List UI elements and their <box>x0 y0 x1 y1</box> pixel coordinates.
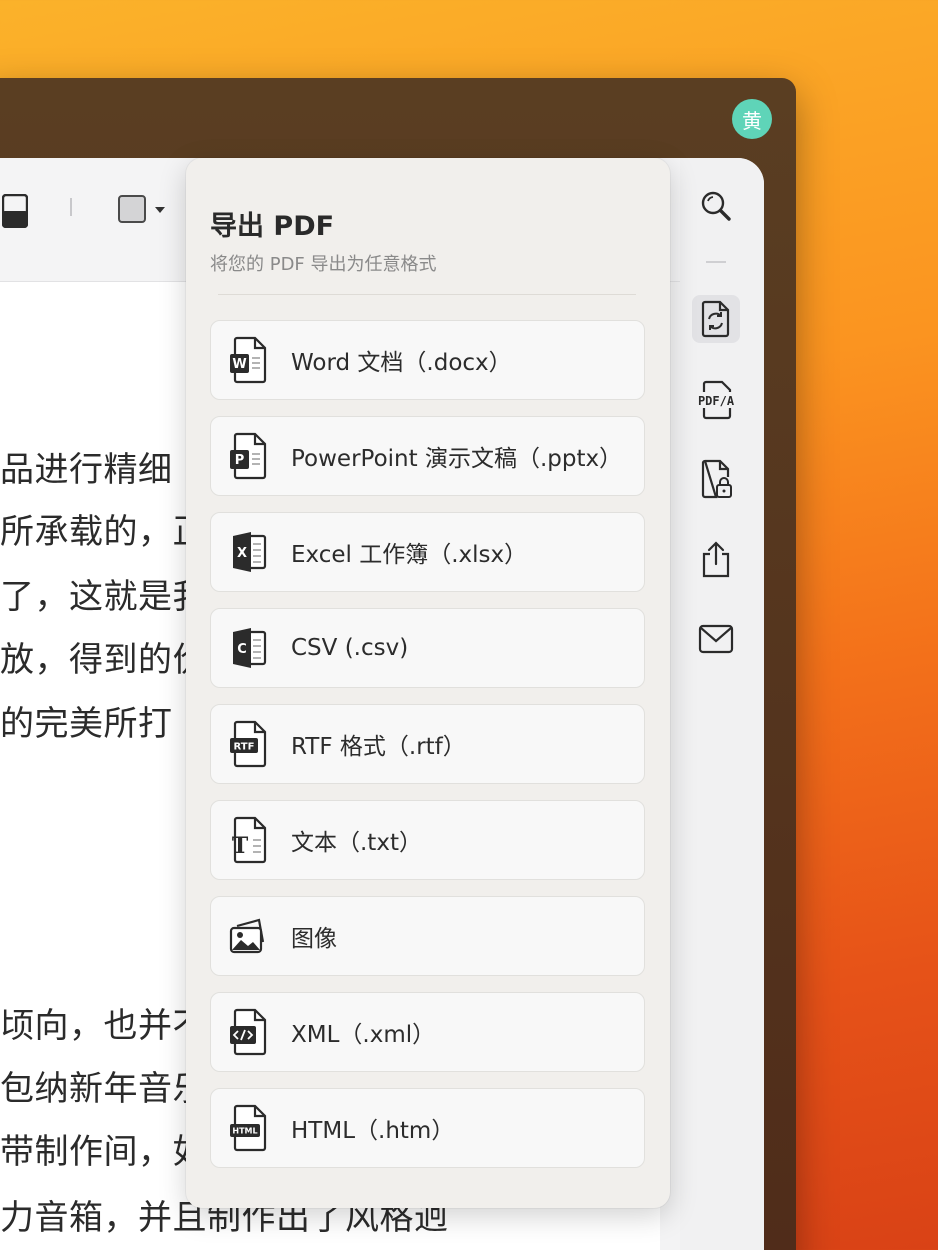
word-file-icon: W <box>230 336 267 384</box>
csv-badge-text: C <box>237 642 247 657</box>
rtf-badge-text: RTF <box>234 742 255 753</box>
powerpoint-file-icon: P <box>230 432 267 480</box>
export-item-label: 文本（.txt） <box>291 830 422 856</box>
image-icon <box>229 918 265 954</box>
panel-subtitle: 将您的 PDF 导出为任意格式 <box>210 254 437 275</box>
highlighter-icon[interactable] <box>2 194 28 228</box>
export-image-button[interactable]: 图像 <box>210 896 645 976</box>
csv-file-icon: C <box>233 628 267 668</box>
export-powerpoint-button[interactable]: P PowerPoint 演示文稿（.pptx） <box>210 416 645 496</box>
share-icon <box>702 541 730 578</box>
pdfa-icon: PDF/A <box>698 380 735 420</box>
document-text-line: 放，得到的价 <box>0 640 207 680</box>
xml-file-icon <box>230 1008 267 1056</box>
export-csv-button[interactable]: C CSV (.csv) <box>210 608 645 688</box>
search-icon <box>701 191 731 221</box>
mail-icon <box>698 624 734 654</box>
txt-badge-text: T <box>232 833 249 859</box>
export-item-label: 图像 <box>291 926 337 952</box>
document-text-line: 的完美所打 <box>0 704 173 744</box>
document-text-line: 所承载的，正 <box>0 512 207 552</box>
rail-divider <box>706 261 726 263</box>
pdfa-badge-text: PDF/A <box>698 394 735 408</box>
text-file-icon: T <box>232 816 267 864</box>
export-item-label: HTML（.htm） <box>291 1118 455 1144</box>
user-avatar[interactable]: 黄 <box>732 99 772 139</box>
panel-title: 导出 PDF <box>210 211 335 242</box>
panel-divider <box>218 294 636 295</box>
export-word-button[interactable]: W Word 文档（.docx） <box>210 320 645 400</box>
export-item-label: RTF 格式（.rtf） <box>291 734 466 760</box>
export-text-button[interactable]: T 文本（.txt） <box>210 800 645 880</box>
export-item-label: Word 文档（.docx） <box>291 350 512 376</box>
excel-badge-text: X <box>237 546 247 561</box>
toolbar-divider <box>70 198 72 216</box>
protect-button[interactable] <box>692 455 740 503</box>
export-item-label: CSV (.csv) <box>291 635 409 661</box>
right-rail: PDF/A <box>680 158 764 1250</box>
html-badge-text: HTML <box>232 1127 257 1136</box>
share-button[interactable] <box>692 535 740 583</box>
export-pdf-panel: 导出 PDF 将您的 PDF 导出为任意格式 W Word 文档（.docx） … <box>186 158 670 1208</box>
document-text-line: 顷向，也并不 <box>0 1006 207 1046</box>
document-text-line: 包纳新年音乐 <box>0 1069 207 1109</box>
word-badge-text: W <box>232 357 246 372</box>
export-item-label: Excel 工作簿（.xlsx） <box>291 542 528 568</box>
document-text-line: 品进行精细 <box>0 450 173 490</box>
export-excel-button[interactable]: X Excel 工作簿（.xlsx） <box>210 512 645 592</box>
mail-button[interactable] <box>692 615 740 663</box>
export-item-label: XML（.xml） <box>291 1022 436 1048</box>
export-html-button[interactable]: HTML HTML（.htm） <box>210 1088 645 1168</box>
document-text-line: 了，这就是我 <box>0 577 207 617</box>
convert-button[interactable] <box>692 295 740 343</box>
ppt-badge-text: P <box>235 453 245 468</box>
html-file-icon: HTML <box>230 1104 267 1152</box>
rtf-file-icon: RTF <box>230 720 267 768</box>
search-button[interactable] <box>692 182 740 230</box>
pdfa-button[interactable]: PDF/A <box>692 376 740 424</box>
excel-file-icon: X <box>233 532 267 572</box>
export-item-label: PowerPoint 演示文稿（.pptx） <box>291 446 623 472</box>
export-xml-button[interactable]: XML（.xml） <box>210 992 645 1072</box>
convert-icon <box>701 300 730 338</box>
lock-file-icon <box>701 459 732 499</box>
shape-color-picker-icon[interactable] <box>117 194 169 224</box>
document-text-line: 带制作间，如 <box>0 1132 207 1172</box>
export-rtf-button[interactable]: RTF RTF 格式（.rtf） <box>210 704 645 784</box>
